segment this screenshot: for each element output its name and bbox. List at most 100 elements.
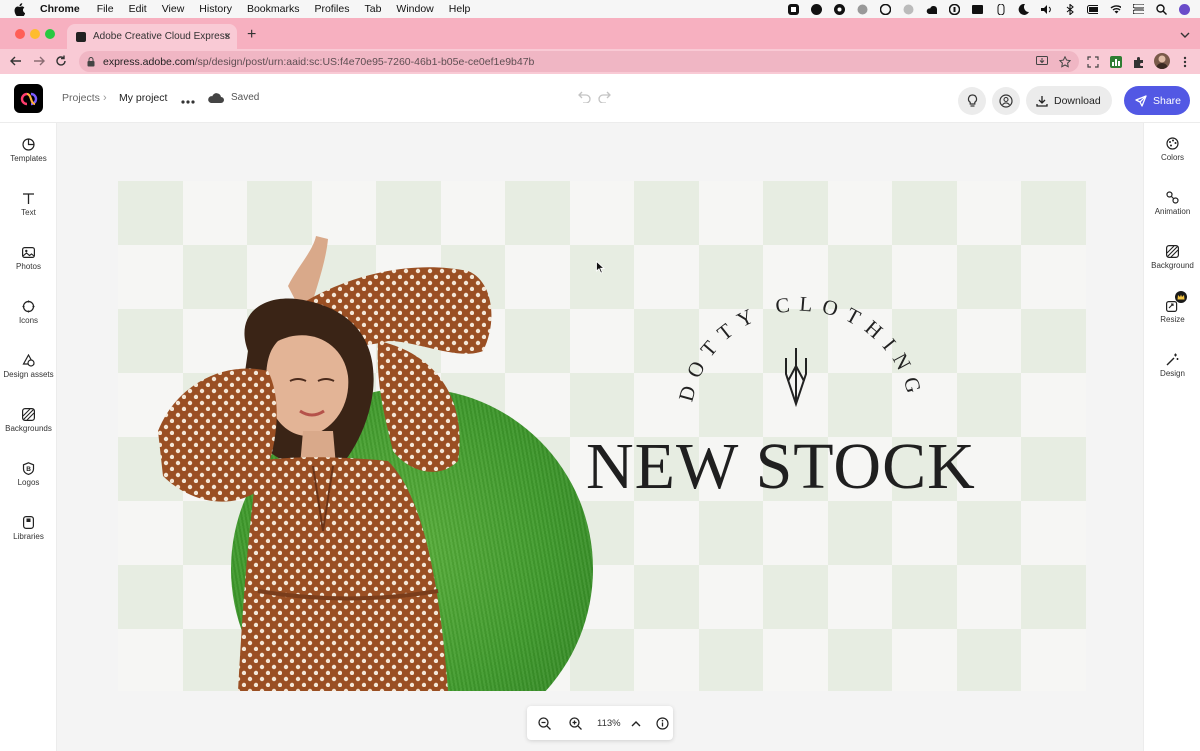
install-app-icon[interactable] [1035, 55, 1048, 68]
design-artboard[interactable]: DOTTY CLOTHING NEW STOCK [118, 181, 1086, 691]
menu-view[interactable]: View [162, 3, 185, 15]
siri-icon[interactable] [1179, 3, 1190, 15]
spotlight-icon[interactable] [1156, 3, 1167, 15]
password-icon[interactable] [949, 3, 960, 15]
app-status-icon[interactable] [811, 3, 822, 15]
checker-cell [827, 629, 892, 691]
control-center-icon[interactable] [1133, 4, 1144, 15]
chevron-up-icon[interactable] [629, 716, 643, 730]
menu-app-chrome[interactable]: Chrome [40, 3, 80, 15]
rail-item-colors[interactable]: Colors [1144, 136, 1200, 162]
app-status-icon[interactable] [834, 3, 845, 15]
rail-item-background[interactable]: Background [1144, 244, 1200, 270]
volume-icon[interactable] [1041, 4, 1052, 15]
window-close-button[interactable] [15, 29, 25, 39]
window-zoom-button[interactable] [45, 29, 55, 39]
rail-item-photos[interactable]: Photos [0, 245, 57, 271]
project-name[interactable]: My project [119, 92, 167, 104]
apple-icon[interactable] [14, 2, 28, 16]
extensions-puzzle-icon[interactable] [1132, 55, 1145, 68]
browser-tab-strip: Adobe Creative Cloud Express × + [0, 18, 1200, 49]
download-label: Download [1054, 94, 1101, 107]
rail-item-templates[interactable]: Templates [0, 137, 57, 163]
add-person-icon [999, 94, 1013, 108]
menu-profiles[interactable]: Profiles [314, 3, 349, 15]
address-bar[interactable]: express.adobe.com/sp/design/post/urn:aai… [79, 51, 1079, 72]
invite-collaborator-button[interactable] [992, 87, 1020, 115]
rail-item-backgrounds[interactable]: Backgrounds [0, 407, 57, 433]
menu-file[interactable]: File [97, 3, 114, 15]
tab-search-chevron-icon[interactable] [1180, 26, 1190, 44]
moon-icon[interactable] [1018, 3, 1029, 15]
info-icon[interactable] [656, 716, 670, 730]
forward-arrow-icon[interactable] [33, 55, 45, 67]
zoom-toolbar: 113% [527, 706, 673, 740]
chrome-menu-icon[interactable] [1178, 55, 1191, 68]
back-arrow-icon[interactable] [10, 55, 22, 67]
window-minimize-button[interactable] [30, 29, 40, 39]
rail-item-animation[interactable]: Animation [1144, 190, 1200, 216]
checker-cell [892, 629, 957, 691]
cloud-icon[interactable] [926, 4, 937, 15]
menu-bookmarks[interactable]: Bookmarks [247, 3, 300, 15]
zoom-in-icon[interactable] [568, 716, 582, 730]
menu-edit[interactable]: Edit [129, 3, 147, 15]
zoom-out-icon[interactable] [537, 716, 551, 730]
menu-window[interactable]: Window [396, 3, 433, 15]
checker-cell [698, 629, 763, 691]
breadcrumb-projects[interactable]: Projects [62, 92, 100, 104]
rail-item-logos[interactable]: B Logos [0, 461, 57, 487]
rail-item-text[interactable]: Text [0, 191, 57, 217]
battery-icon[interactable] [1087, 4, 1098, 15]
reload-icon[interactable] [55, 55, 67, 67]
wifi-icon[interactable] [1110, 4, 1121, 15]
share-label: Share [1153, 94, 1182, 107]
app-status-icon[interactable] [880, 3, 891, 15]
download-button[interactable]: Download [1026, 86, 1112, 115]
editor-header: Projects › My project Saved Download Sha… [0, 74, 1200, 123]
rail-item-design-assets[interactable]: Design assets [0, 353, 57, 379]
woman-photo[interactable] [138, 231, 518, 691]
headline-text[interactable]: NEW STOCK [586, 429, 976, 505]
profile-avatar[interactable] [1154, 53, 1170, 69]
record-icon[interactable] [788, 3, 799, 15]
rail-item-libraries[interactable]: Libraries [0, 515, 57, 541]
canvas-workspace[interactable]: DOTTY CLOTHING NEW STOCK 113% [57, 123, 1143, 751]
checker-cell [569, 309, 634, 373]
inspiration-lightbulb-button[interactable] [958, 87, 986, 115]
checker-cell [1021, 245, 1086, 309]
tab-close-icon[interactable]: × [224, 29, 231, 43]
checker-cell [698, 181, 763, 245]
checker-cell [956, 565, 1021, 629]
redo-icon[interactable] [597, 91, 611, 106]
undo-icon[interactable] [578, 91, 592, 106]
more-options-icon[interactable] [181, 95, 195, 107]
send-icon [1135, 94, 1147, 107]
search-status-icon[interactable] [903, 4, 914, 15]
cloud-saved-icon [207, 92, 224, 106]
zoom-level[interactable]: 113% [597, 718, 621, 729]
bookmark-star-icon[interactable] [1058, 55, 1071, 68]
rail-item-resize[interactable]: Resize [1144, 291, 1200, 324]
battery-status-icon[interactable] [995, 3, 1006, 15]
share-button[interactable]: Share [1124, 86, 1190, 115]
creative-cloud-logo-icon[interactable] [14, 84, 43, 113]
globe-icon[interactable] [857, 4, 868, 15]
rail-item-design[interactable]: Design [1144, 352, 1200, 378]
menu-tab[interactable]: Tab [364, 3, 381, 15]
browser-tab-active[interactable]: Adobe Creative Cloud Express × [67, 24, 237, 49]
menu-help[interactable]: Help [449, 3, 471, 15]
chart-extension-icon[interactable] [1109, 55, 1122, 68]
bluetooth-icon[interactable] [1064, 3, 1075, 15]
menu-history[interactable]: History [199, 3, 232, 15]
brand-arc-text: DOTTY CLOTHING [674, 292, 926, 405]
left-panel-rail: Templates Text Photos Icons Design asset… [0, 123, 57, 751]
screenshot-icon[interactable] [1086, 55, 1099, 68]
brand-logo[interactable]: DOTTY CLOTHING [666, 286, 926, 446]
checker-cell [634, 565, 699, 629]
rail-item-icons[interactable]: Icons [0, 299, 57, 325]
new-tab-icon[interactable]: + [247, 26, 256, 44]
checker-cell [892, 501, 957, 565]
svg-text:B: B [26, 466, 31, 473]
screen-record-icon[interactable] [972, 4, 983, 15]
